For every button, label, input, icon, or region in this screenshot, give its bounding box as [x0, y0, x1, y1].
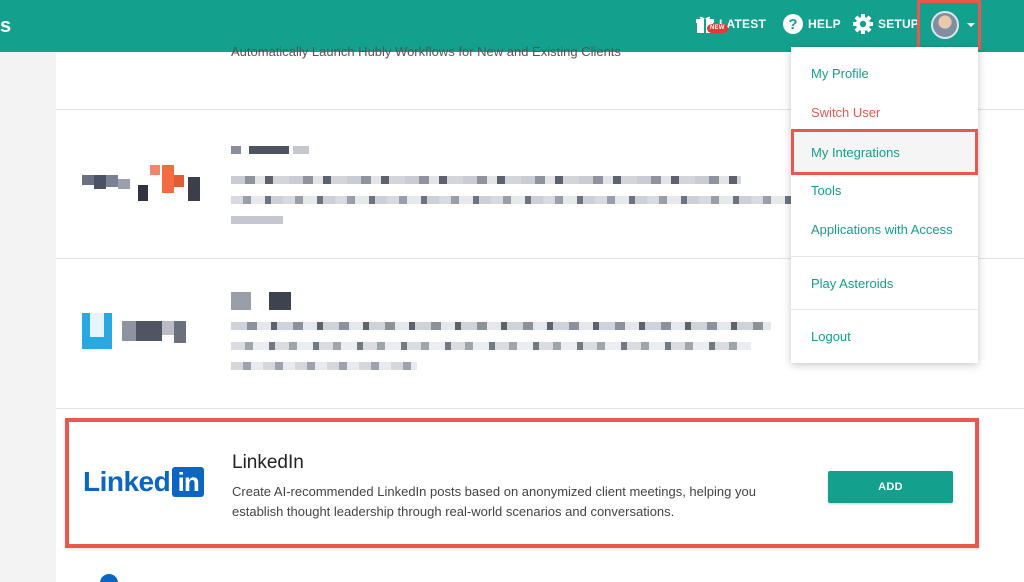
menu-item-applications-with-access[interactable]: Applications with Access — [791, 211, 978, 247]
linkedin-logo-text: Linked — [83, 466, 171, 497]
app-title-fragment: s — [0, 15, 12, 37]
new-badge: NEW — [707, 24, 728, 33]
chevron-down-icon — [967, 23, 975, 27]
user-dropdown-menu: My Profile Switch User Tools Application… — [791, 47, 978, 363]
help-label: HELP — [808, 17, 841, 31]
menu-item-play-asteroids[interactable]: Play Asteroids — [791, 265, 978, 301]
latest-button[interactable]: NEW LATEST — [695, 0, 766, 48]
add-integration-button[interactable]: ADD — [828, 471, 953, 503]
linkedin-logo: Linked in — [83, 466, 205, 498]
gift-icon: NEW — [695, 14, 728, 34]
avatar — [931, 11, 959, 39]
menu-item-my-integrations[interactable]: My Integrations — [791, 129, 978, 175]
help-button[interactable]: ? HELP — [782, 0, 841, 48]
menu-divider — [791, 256, 978, 257]
menu-item-my-profile[interactable]: My Profile — [791, 55, 978, 91]
integration-description-cut: Automatically Launch Hubly Workflows for… — [231, 44, 621, 59]
menu-divider — [791, 309, 978, 310]
menu-item-switch-user[interactable]: Switch User — [791, 94, 978, 130]
svg-text:?: ? — [788, 16, 797, 33]
linkedin-logo-box: in — [172, 467, 205, 497]
row-divider — [56, 408, 1024, 409]
setup-button[interactable]: SETUP — [852, 0, 919, 48]
integration-description: Create AI-recommended LinkedIn posts bas… — [232, 484, 756, 519]
linkedin-integration-card: Linked in LinkedIn Create AI-recommended… — [65, 418, 979, 548]
setup-label: SETUP — [878, 17, 920, 31]
menu-item-tools[interactable]: Tools — [791, 172, 978, 208]
user-menu-toggle[interactable] — [917, 0, 981, 50]
integration-title: LinkedIn — [232, 452, 304, 473]
menu-item-logout[interactable]: Logout — [791, 318, 978, 354]
gear-icon — [852, 13, 874, 35]
help-icon: ? — [782, 13, 804, 35]
